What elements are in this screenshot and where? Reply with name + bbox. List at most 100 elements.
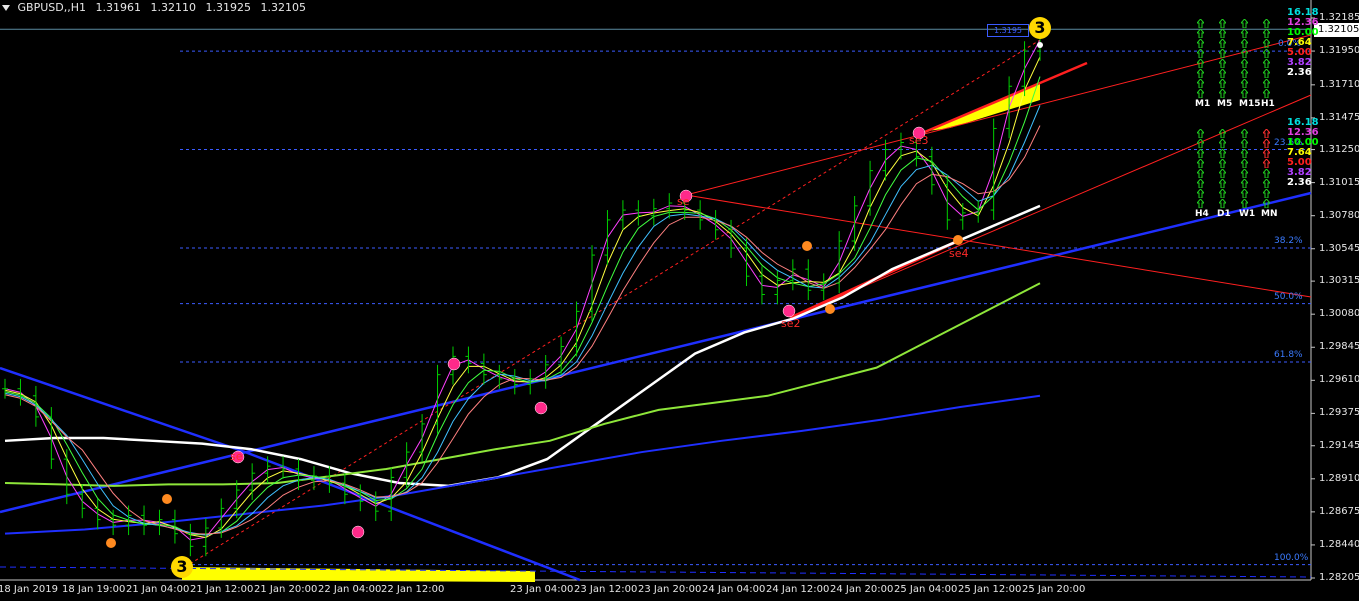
up-arrow-icon: [1195, 33, 1206, 49]
timeframe-label: MN: [1261, 209, 1278, 219]
pivot-marker: [825, 304, 835, 314]
price-tick-label: 1.28205: [1319, 572, 1359, 583]
time-tick-label: 23 Jan 04:00: [510, 584, 574, 595]
pivot-marker: [162, 494, 172, 504]
up-arrow-icon: [1239, 153, 1250, 169]
price-chart[interactable]: [0, 0, 1359, 601]
wave-label-se-b: se: [677, 195, 690, 208]
up-arrow-icon: [1261, 43, 1272, 59]
up-arrow-icon: [1261, 23, 1272, 39]
wave-marker: [447, 357, 461, 371]
up-arrow-icon: [1239, 73, 1250, 89]
price-tag: 1.3195: [987, 24, 1029, 37]
up-arrow-icon: [1261, 183, 1272, 199]
up-arrow-icon: [1217, 33, 1228, 49]
price-tick-label: 1.29145: [1319, 439, 1359, 451]
up-arrow-icon: [1261, 53, 1272, 69]
timeframe-label: H4: [1195, 209, 1209, 219]
time-tick-label: 23 Jan 20:00: [638, 584, 702, 595]
strength-value: 2.36: [1287, 67, 1312, 78]
up-arrow-icon: [1217, 153, 1228, 169]
up-arrow-icon: [1239, 43, 1250, 59]
up-arrow-icon: [1217, 53, 1228, 69]
up-arrow-icon: [1217, 193, 1228, 209]
red-dashed-diagonal: [179, 39, 1041, 571]
up-arrow-icon: [1195, 73, 1206, 89]
up-arrow-icon: [1195, 83, 1206, 99]
up-arrow-icon: [1239, 123, 1250, 139]
wave-label-se3: se3: [909, 134, 929, 147]
wave-count-bottom: 3: [171, 556, 193, 578]
up-arrow-icon: [1195, 193, 1206, 209]
fib-label: 50.0%: [1274, 291, 1303, 302]
price-tick-label: 1.28675: [1319, 505, 1359, 517]
price-tick-label: 1.30545: [1319, 242, 1359, 254]
up-arrow-icon: [1217, 63, 1228, 79]
up-arrow-icon: [1217, 73, 1228, 89]
price-tick-label: 1.32185: [1319, 12, 1359, 23]
up-arrow-icon: [1195, 63, 1206, 79]
ribbon-ma-4: [4, 105, 1041, 536]
current-price-label: 1.32105: [1314, 23, 1359, 37]
up-arrow-icon: [1239, 13, 1250, 29]
up-arrow-icon: [1195, 153, 1206, 169]
timeframe-label: M5: [1217, 99, 1233, 109]
wave-marker: [351, 525, 365, 539]
up-arrow-icon: [1195, 43, 1206, 59]
up-arrow-icon: [1261, 173, 1272, 189]
chart-window[interactable]: { "window": { "symbol": "GBPUSD,,H1", "o…: [0, 0, 1359, 601]
price-tick-label: 1.30315: [1319, 275, 1359, 287]
moving-average-3: [4, 394, 1041, 535]
down-arrow-icon: [1261, 133, 1272, 149]
pivot-marker: [106, 538, 116, 548]
up-arrow-icon: [1195, 53, 1206, 69]
ribbon-ma-1: [4, 39, 1041, 541]
price-tick-label: 1.31015: [1319, 176, 1359, 188]
price-tick-label: 1.28440: [1319, 538, 1359, 550]
up-arrow-icon: [1195, 23, 1206, 39]
wave-marker: [534, 401, 548, 415]
wave-label-se4: se4: [949, 247, 969, 260]
wave-marker: [782, 304, 796, 318]
up-arrow-icon: [1261, 13, 1272, 29]
pivot-marker: [802, 241, 812, 251]
wave-label-se2: se2: [781, 317, 801, 330]
up-arrow-icon: [1261, 63, 1272, 79]
up-arrow-icon: [1195, 183, 1206, 199]
up-arrow-icon: [1239, 183, 1250, 199]
time-tick-label: 21 Jan 12:00: [190, 584, 254, 595]
time-tick-label: 23 Jan 12:00: [574, 584, 638, 595]
price-tick-label: 1.31710: [1319, 78, 1359, 90]
price-tick-label: 1.31250: [1319, 143, 1359, 155]
time-tick-label: 21 Jan 20:00: [254, 584, 318, 595]
up-arrow-icon: [1195, 123, 1206, 139]
time-tick-label: 25 Jan 12:00: [958, 584, 1022, 595]
up-arrow-icon: [1239, 173, 1250, 189]
up-arrow-icon: [1217, 13, 1228, 29]
timeframe-label: D1: [1217, 209, 1231, 219]
time-tick-label: 18 Jan 19:00: [62, 584, 126, 595]
last-point: [1037, 42, 1043, 48]
up-arrow-icon: [1239, 33, 1250, 49]
time-tick-label: 25 Jan 20:00: [1022, 584, 1086, 595]
up-arrow-icon: [1217, 83, 1228, 99]
wave-label-se: se: [230, 450, 243, 463]
up-arrow-icon: [1239, 133, 1250, 149]
up-arrow-icon: [1195, 13, 1206, 29]
ribbon-ma-3: [4, 76, 1041, 536]
up-arrow-icon: [1239, 83, 1250, 99]
price-tick-label: 1.29610: [1319, 374, 1359, 386]
up-arrow-icon: [1217, 143, 1228, 159]
up-arrow-icon: [1217, 133, 1228, 149]
price-tick-label: 1.28910: [1319, 472, 1359, 484]
up-arrow-icon: [1217, 183, 1228, 199]
up-arrow-icon: [1239, 143, 1250, 159]
price-tick-label: 1.29375: [1319, 407, 1359, 419]
strength-value: 2.36: [1287, 177, 1312, 188]
up-arrow-icon: [1261, 163, 1272, 179]
up-arrow-icon: [1261, 83, 1272, 99]
price-tick-label: 1.31950: [1319, 45, 1359, 57]
fib-label: 100.0%: [1274, 552, 1309, 563]
up-arrow-icon: [1217, 123, 1228, 139]
up-arrow-icon: [1239, 53, 1250, 69]
